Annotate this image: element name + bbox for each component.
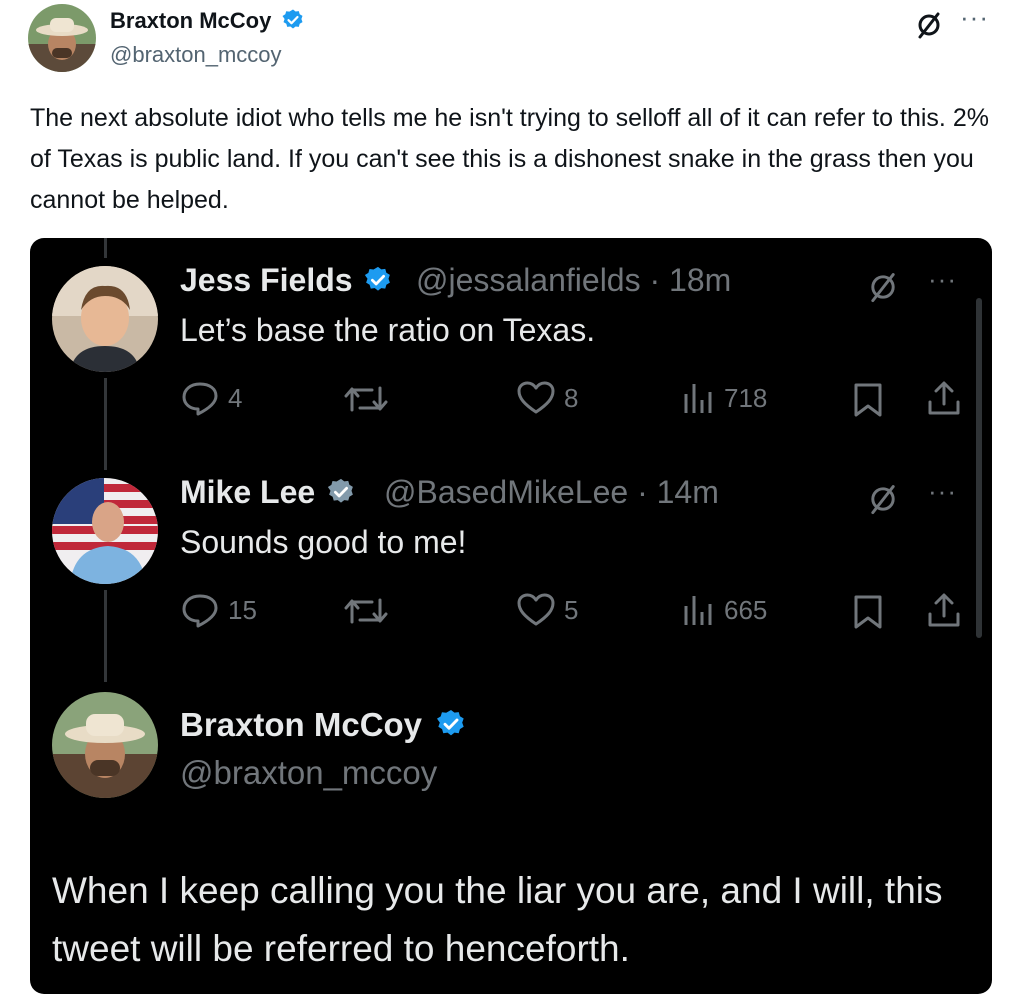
repost-icon	[344, 598, 388, 624]
like-count: 8	[564, 382, 579, 413]
reply-handle-time[interactable]: @jessalanfields · 18m	[416, 262, 731, 299]
mike-lee-avatar[interactable]	[52, 478, 158, 584]
views-count: 718	[724, 382, 768, 413]
quote-author-avatar[interactable]	[52, 692, 158, 798]
views-button[interactable]: 718	[682, 380, 767, 416]
verified-badge-icon	[327, 478, 353, 503]
reply-text: Let’s base the ratio on Texas.	[180, 312, 596, 348]
grok-icon[interactable]	[914, 10, 944, 40]
quote-author-name[interactable]: Braxton McCoy	[180, 706, 467, 744]
share-icon[interactable]	[926, 592, 962, 628]
views-icon	[684, 596, 712, 625]
reply-text: Sounds good to me!	[180, 524, 467, 560]
tweet-text: The next absolute idiot who tells me he …	[30, 104, 989, 214]
grok-icon[interactable]	[866, 270, 900, 304]
repost-button[interactable]	[344, 382, 396, 416]
reply-button[interactable]: 4	[180, 380, 242, 416]
reply-icon	[182, 382, 218, 416]
bookmark-icon[interactable]	[852, 594, 884, 630]
verified-badge-icon	[282, 9, 303, 29]
like-button[interactable]: 5	[516, 592, 578, 628]
jess-fields-avatar[interactable]	[52, 266, 158, 372]
outer-author-name-text[interactable]: Braxton McCoy	[110, 8, 271, 33]
thread-line	[104, 590, 107, 682]
quote-tweet-text: When I keep calling you the liar you are…	[52, 870, 943, 969]
more-options-button[interactable]: ···	[928, 264, 957, 295]
repost-icon	[344, 386, 388, 412]
more-options-button[interactable]: ···	[960, 2, 989, 33]
reply-handle-time[interactable]: @BasedMikeLee · 14m	[384, 474, 719, 511]
reply-count: 15	[228, 594, 257, 625]
reply-author-name[interactable]: Jess Fields	[180, 262, 393, 299]
grok-icon[interactable]	[866, 482, 900, 516]
outer-author-avatar[interactable]	[28, 4, 96, 72]
thread-line	[104, 238, 107, 258]
reply-author-name[interactable]: Mike Lee	[180, 474, 356, 511]
like-count: 5	[564, 594, 579, 625]
reply-button[interactable]: 15	[180, 592, 257, 628]
views-count: 665	[724, 594, 768, 625]
reply-author-name-text[interactable]: Jess Fields	[180, 262, 353, 298]
thread-line	[104, 378, 107, 470]
quote-author-name-text[interactable]: Braxton McCoy	[180, 706, 422, 743]
like-icon	[517, 593, 555, 626]
reply-count: 4	[228, 382, 243, 413]
views-button[interactable]: 665	[682, 592, 767, 628]
more-options-button[interactable]: ···	[928, 476, 957, 507]
quote-author-handle[interactable]: @braxton_mccoy	[180, 754, 437, 792]
bookmark-icon[interactable]	[852, 382, 884, 418]
embedded-screenshot: Jess Fields @jessalanfields · 18m ··· Le…	[30, 238, 992, 994]
like-button[interactable]: 8	[516, 380, 578, 416]
outer-author-name[interactable]: Braxton McCoy	[110, 8, 305, 34]
outer-author-handle[interactable]: @braxton_mccoy	[110, 42, 282, 68]
reply-icon	[182, 594, 218, 628]
repost-button[interactable]	[344, 594, 396, 628]
like-icon	[517, 381, 555, 414]
share-icon[interactable]	[926, 380, 962, 416]
reply-author-name-text[interactable]: Mike Lee	[180, 474, 315, 510]
verified-badge-icon	[365, 266, 391, 291]
verified-badge-icon	[437, 710, 464, 736]
views-icon	[684, 384, 712, 413]
scrollbar[interactable]	[976, 298, 982, 638]
